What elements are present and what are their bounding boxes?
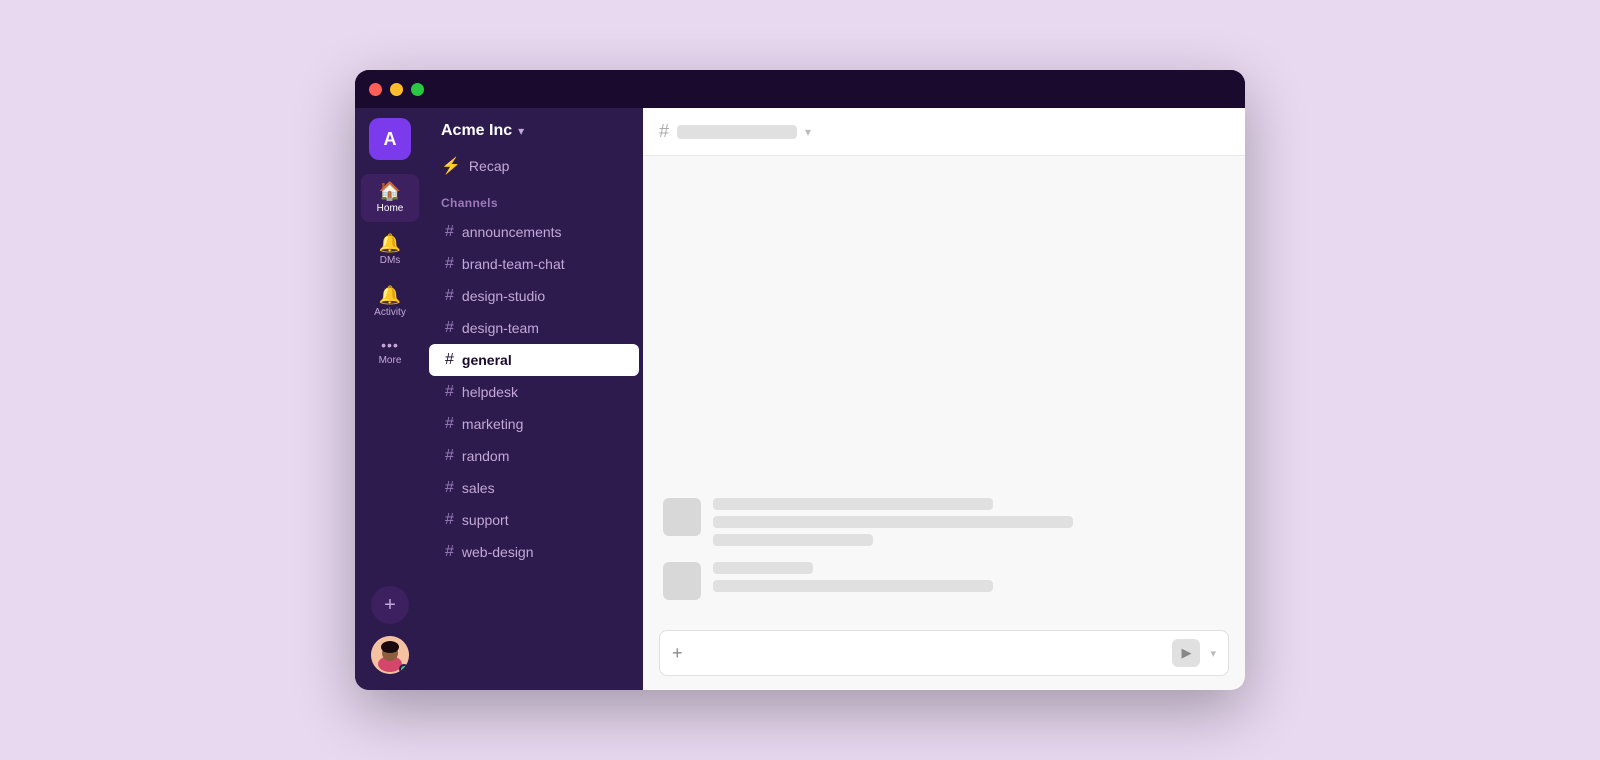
workspace-name: Acme Inc: [441, 122, 512, 140]
home-icon: 🏠: [379, 182, 401, 200]
channel-item-sales[interactable]: # sales: [429, 472, 639, 504]
app-window: A 🏠 Home 🔔 DMs 🔔 Activity ••• More +: [355, 70, 1245, 690]
channel-name: brand-team-chat: [462, 256, 565, 272]
channel-name: design-team: [462, 320, 539, 336]
hash-icon: #: [445, 351, 454, 369]
hash-icon: #: [445, 511, 454, 529]
message-input-box[interactable]: + ▶ ▾: [659, 630, 1229, 676]
channel-item-general[interactable]: # general: [429, 344, 639, 376]
message-line: [713, 534, 873, 546]
activity-label: Activity: [374, 307, 406, 318]
send-dropdown-button[interactable]: ▾: [1210, 647, 1216, 660]
channel-item-random[interactable]: # random: [429, 440, 639, 472]
channel-item-web-design[interactable]: # web-design: [429, 536, 639, 568]
hash-icon: #: [445, 255, 454, 273]
dms-icon: 🔔: [379, 234, 401, 252]
message-avatar-1: [663, 498, 701, 536]
hash-icon: #: [445, 479, 454, 497]
channel-name: sales: [462, 480, 495, 496]
home-label: Home: [377, 203, 404, 214]
channel-item-marketing[interactable]: # marketing: [429, 408, 639, 440]
message-line: [713, 516, 1073, 528]
message-line: [713, 498, 993, 510]
online-status-dot: [399, 664, 409, 674]
message-group-1: [663, 498, 1225, 546]
channel-name-placeholder: [677, 125, 797, 139]
icon-rail: A 🏠 Home 🔔 DMs 🔔 Activity ••• More +: [355, 108, 425, 690]
message-avatar-2: [663, 562, 701, 600]
plus-icon: +: [384, 594, 396, 617]
hash-icon: #: [445, 319, 454, 337]
channel-item-brand-team-chat[interactable]: # brand-team-chat: [429, 248, 639, 280]
workspace-header[interactable]: Acme Inc ▾: [425, 108, 643, 150]
sidebar-item-activity[interactable]: 🔔 Activity: [361, 278, 419, 326]
send-icon: ▶: [1181, 645, 1191, 661]
send-button[interactable]: ▶: [1172, 639, 1200, 667]
dms-label: DMs: [380, 255, 401, 266]
message-list: [643, 156, 1245, 620]
more-icon: •••: [381, 338, 399, 352]
channel-name: helpdesk: [462, 384, 518, 400]
sidebar-item-dms[interactable]: 🔔 DMs: [361, 226, 419, 274]
attach-button[interactable]: +: [672, 643, 683, 664]
message-line: [713, 580, 993, 592]
channel-name: design-studio: [462, 288, 545, 304]
maximize-button[interactable]: [411, 83, 424, 96]
channel-item-design-team[interactable]: # design-team: [429, 312, 639, 344]
sidebar-item-home[interactable]: 🏠 Home: [361, 174, 419, 222]
sidebar: Acme Inc ▾ ⚡ Recap Channels # announcemen…: [425, 108, 643, 690]
recap-button[interactable]: ⚡ Recap: [425, 150, 643, 188]
channel-item-announcements[interactable]: # announcements: [429, 216, 639, 248]
title-bar: [355, 70, 1245, 108]
channels-section-label: Channels: [425, 188, 643, 216]
channel-item-support[interactable]: # support: [429, 504, 639, 536]
channel-name: support: [462, 512, 509, 528]
workspace-avatar[interactable]: A: [369, 118, 411, 160]
message-content-2: [713, 562, 1225, 592]
main-header: # ▾: [643, 108, 1245, 156]
hash-icon: #: [445, 543, 454, 561]
hash-icon: #: [445, 287, 454, 305]
add-workspace-button[interactable]: +: [371, 586, 409, 624]
channel-item-helpdesk[interactable]: # helpdesk: [429, 376, 639, 408]
more-label: More: [379, 355, 402, 366]
channel-name: web-design: [462, 544, 534, 560]
recap-icon: ⚡: [441, 156, 461, 176]
main-content-area: # ▾: [643, 108, 1245, 690]
hash-icon: #: [445, 383, 454, 401]
recap-label: Recap: [469, 158, 509, 174]
channel-item-design-studio[interactable]: # design-studio: [429, 280, 639, 312]
channel-name: general: [462, 352, 512, 368]
app-body: A 🏠 Home 🔔 DMs 🔔 Activity ••• More +: [355, 108, 1245, 690]
hash-icon: #: [445, 447, 454, 465]
channel-name: marketing: [462, 416, 523, 432]
message-content-1: [713, 498, 1225, 546]
user-avatar[interactable]: [371, 636, 409, 674]
message-input-area: + ▶ ▾: [643, 620, 1245, 690]
hash-icon: #: [445, 415, 454, 433]
bell-icon: 🔔: [379, 286, 401, 304]
workspace-chevron-icon: ▾: [518, 124, 524, 138]
message-line: [713, 562, 813, 574]
message-group-2: [663, 562, 1225, 600]
hash-icon: #: [445, 223, 454, 241]
channel-name: random: [462, 448, 509, 464]
minimize-button[interactable]: [390, 83, 403, 96]
channel-chevron-icon: ▾: [805, 125, 811, 139]
channel-name: announcements: [462, 224, 562, 240]
close-button[interactable]: [369, 83, 382, 96]
sidebar-item-more[interactable]: ••• More: [361, 330, 419, 374]
channel-hash-icon: #: [659, 121, 669, 142]
channels-list: # announcements # brand-team-chat # design-st…: [425, 216, 643, 568]
